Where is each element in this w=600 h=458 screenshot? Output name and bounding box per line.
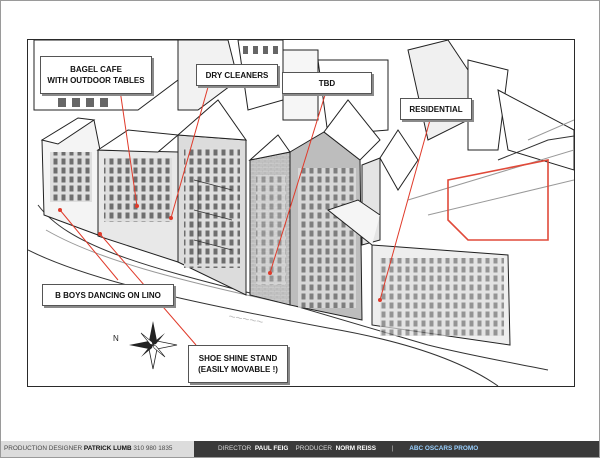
callout-shoe-shine-line1: SHOE SHINE STAND	[198, 354, 278, 363]
designer-credit: PRODUCTION DESIGNER PATRICK LUMB 310 980…	[1, 441, 194, 457]
callout-b-boys-label: B BOYS DANCING ON LINO	[55, 290, 161, 300]
sidewalk-outline	[447, 159, 549, 241]
street-paint-marking: ~~~~~	[227, 309, 264, 329]
callout-residential: RESIDENTIAL	[400, 98, 472, 120]
project-title: ABC OSCARS PROMO	[409, 445, 479, 452]
set-sketch-drawing: ~~~~~ N BAGEL CAFE WITH OUTDOOR TABLES D…	[27, 39, 575, 387]
callout-dry-cleaners-label: DRY CLEANERS	[205, 70, 269, 80]
callout-tbd-label: TBD	[318, 78, 336, 88]
callout-shoe-shine-line2: (EASILY MOVABLE !)	[198, 365, 278, 374]
footer-separator: |	[391, 445, 394, 452]
compass-rose-icon: N	[113, 321, 178, 370]
callout-shoe-shine: SHOE SHINE STAND (EASILY MOVABLE !)	[188, 345, 288, 383]
designer-role: PRODUCTION DESIGNER	[4, 445, 83, 452]
callout-residential-label: RESIDENTIAL	[409, 104, 463, 114]
producer-role: PRODUCER	[295, 445, 333, 452]
callout-bagel-cafe-line1: BAGEL CAFE	[70, 65, 122, 74]
designer-phone: 310 980 1835	[133, 445, 173, 452]
production-credits: DIRECTOR PAUL FEIG PRODUCER NORM REISS |…	[194, 441, 599, 457]
callout-bagel-cafe-line2: WITH OUTDOOR TABLES	[47, 76, 145, 85]
compass-north-label: N	[113, 334, 119, 343]
director-name: PAUL FEIG	[254, 445, 289, 452]
title-block-footer: PRODUCTION DESIGNER PATRICK LUMB 310 980…	[1, 441, 599, 457]
storyboard-sheet: ~~~~~ N BAGEL CAFE WITH OUTDOOR TABLES D…	[0, 0, 600, 458]
callout-bagel-cafe: BAGEL CAFE WITH OUTDOOR TABLES	[40, 56, 152, 94]
callout-dry-cleaners: DRY CLEANERS	[196, 64, 278, 86]
designer-name: PATRICK LUMB	[83, 445, 132, 452]
director-role: DIRECTOR	[218, 445, 252, 452]
callout-b-boys: B BOYS DANCING ON LINO	[42, 284, 174, 306]
callout-tbd: TBD	[282, 72, 372, 94]
producer-name: NORM REISS	[335, 445, 377, 452]
